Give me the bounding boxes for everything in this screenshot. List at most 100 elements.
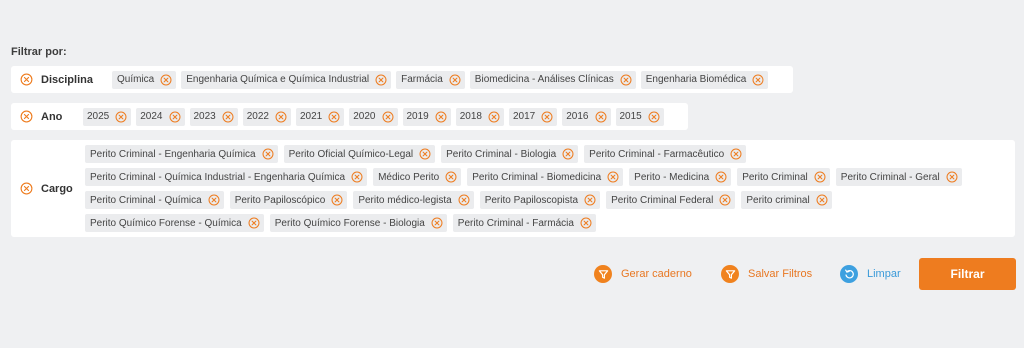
filter-chip-ano: 2023 — [189, 107, 238, 126]
remove-chip-icon[interactable] — [730, 148, 742, 160]
remove-chip-icon[interactable] — [607, 171, 619, 183]
filter-chip-ano: 2016 — [562, 107, 611, 126]
filter-chip-label: Biomedicina - Análises Clínicas — [474, 74, 614, 85]
group-label-ano: Ano — [41, 110, 63, 123]
filter-chip-label: Perito Criminal - Farmácia — [457, 217, 574, 229]
remove-group-ano-icon[interactable] — [20, 110, 33, 123]
filter-chip-label: Engenharia Química e Química Industrial — [186, 74, 370, 85]
filter-chip-label: 2019 — [406, 111, 429, 122]
remove-chip-icon[interactable] — [262, 148, 274, 160]
remove-chip-icon[interactable] — [445, 171, 457, 183]
chip-list-cargo: Perito Criminal - Engenharia Química Peri… — [85, 145, 1010, 232]
filter-chip-cargo: Perito Criminal - Química Industrial - E… — [85, 168, 368, 186]
remove-chip-icon[interactable] — [648, 111, 660, 123]
remove-group-cargo-icon[interactable] — [20, 182, 33, 195]
filter-chip-label: Farmácia — [401, 74, 443, 85]
filter-chip-label: Perito Criminal - Geral — [840, 171, 940, 183]
filter-chip-cargo: Perito - Medicina — [629, 168, 732, 186]
remove-chip-icon[interactable] — [169, 111, 181, 123]
remove-chip-icon[interactable] — [431, 217, 443, 229]
remove-chip-icon[interactable] — [222, 111, 234, 123]
filter-chip-cargo: Perito Criminal - Biomedicina — [467, 168, 624, 186]
filter-heading: Filtrar por: — [11, 46, 67, 58]
filter-chip-label: Perito Criminal - Química — [90, 194, 202, 206]
filter-chip-label: Perito Criminal - Biologia — [446, 148, 557, 160]
remove-chip-icon[interactable] — [331, 194, 343, 206]
remove-group-disciplina-icon[interactable] — [20, 73, 33, 86]
filter-chip-label: Perito Químico Forense - Biologia — [274, 217, 425, 229]
filter-chip-ano: 2025 — [83, 107, 132, 126]
remove-chip-icon[interactable] — [382, 111, 394, 123]
filter-chip-label: Perito Criminal - Farmacêutico — [589, 148, 725, 160]
filter-chip-cargo: Perito Químico Forense - Biologia — [269, 214, 447, 232]
filter-chip-label: 2022 — [246, 111, 269, 122]
refresh-icon — [840, 265, 858, 283]
filter-chip-cargo: Perito Criminal - Engenharia Química — [85, 145, 278, 163]
remove-chip-icon[interactable] — [595, 111, 607, 123]
gerar-caderno-label: Gerar caderno — [621, 268, 692, 280]
filter-chip-label: Engenharia Biomédica — [645, 74, 747, 85]
filter-chip-ano: 2024 — [136, 107, 185, 126]
salvar-filtros-button[interactable]: Salvar Filtros — [721, 258, 812, 290]
chip-list-disciplina: Química Engenharia Química e Química Indu… — [112, 70, 769, 89]
filter-chip-label: Química — [117, 74, 155, 85]
filter-chip-cargo: Perito Criminal - Química — [85, 191, 224, 209]
salvar-filtros-label: Salvar Filtros — [748, 268, 813, 280]
filter-chip-ano: 2022 — [242, 107, 291, 126]
filter-chip-label: 2023 — [193, 111, 216, 122]
remove-chip-icon[interactable] — [719, 194, 731, 206]
filter-chip-ano: 2018 — [455, 107, 504, 126]
remove-chip-icon[interactable] — [328, 111, 340, 123]
remove-chip-icon[interactable] — [351, 171, 363, 183]
remove-chip-icon[interactable] — [275, 111, 287, 123]
remove-chip-icon[interactable] — [816, 194, 828, 206]
limpar-label: Limpar — [867, 268, 901, 280]
filter-chip-cargo: Perito Criminal Federal — [606, 191, 736, 209]
remove-chip-icon[interactable] — [449, 74, 461, 86]
filter-chip-label: Perito Criminal — [742, 171, 808, 183]
remove-chip-icon[interactable] — [946, 171, 958, 183]
filter-chip-disciplina: Engenharia Química e Química Industrial — [181, 70, 392, 89]
filter-chip-label: Médico Perito — [378, 171, 440, 183]
filter-chip-label: Perito Oficial Químico-Legal — [288, 148, 414, 160]
remove-chip-icon[interactable] — [458, 194, 470, 206]
remove-chip-icon[interactable] — [814, 171, 826, 183]
remove-chip-icon[interactable] — [419, 148, 431, 160]
filter-chip-cargo: Perito Criminal — [737, 168, 830, 186]
remove-chip-icon[interactable] — [435, 111, 447, 123]
filter-chip-cargo: Perito Criminal - Geral — [835, 168, 962, 186]
filter-chip-cargo: Médico Perito — [373, 168, 462, 186]
remove-chip-icon[interactable] — [115, 111, 127, 123]
filter-chip-cargo: Perito Papiloscopista — [479, 191, 601, 209]
filter-chip-label: 2018 — [459, 111, 482, 122]
group-label-disciplina: Disciplina — [41, 73, 93, 86]
remove-chip-icon[interactable] — [248, 217, 260, 229]
remove-chip-icon[interactable] — [620, 74, 632, 86]
filter-chip-label: 2016 — [566, 111, 589, 122]
filter-icon — [721, 265, 739, 283]
filter-chip-label: Perito Criminal - Biomedicina — [472, 171, 602, 183]
remove-chip-icon[interactable] — [375, 74, 387, 86]
remove-chip-icon[interactable] — [715, 171, 727, 183]
filter-chip-cargo: Perito Químico Forense - Química — [85, 214, 264, 232]
remove-chip-icon[interactable] — [160, 74, 172, 86]
gerar-caderno-button[interactable]: Gerar caderno — [594, 258, 692, 290]
limpar-button[interactable]: Limpar — [840, 258, 901, 290]
remove-chip-icon[interactable] — [584, 194, 596, 206]
filter-icon — [594, 265, 612, 283]
remove-chip-icon[interactable] — [541, 111, 553, 123]
filter-chip-label: Perito Químico Forense - Química — [90, 217, 242, 229]
filter-chip-disciplina: Engenharia Biomédica — [640, 70, 769, 89]
remove-chip-icon[interactable] — [752, 74, 764, 86]
filtrar-button[interactable]: Filtrar — [919, 258, 1016, 290]
remove-chip-icon[interactable] — [562, 148, 574, 160]
filter-chip-label: Perito - Medicina — [634, 171, 710, 183]
filter-chip-ano: 2020 — [349, 107, 398, 126]
filter-group-ano: Ano 2025 2024 2023 2022 2021 2020 2019 2018 2017… — [11, 103, 688, 130]
filter-chip-cargo: Perito criminal — [741, 191, 832, 209]
remove-chip-icon[interactable] — [208, 194, 220, 206]
filter-chip-label: Perito médico-legista — [358, 194, 452, 206]
remove-chip-icon[interactable] — [488, 111, 500, 123]
filter-chip-ano: 2021 — [296, 107, 345, 126]
remove-chip-icon[interactable] — [580, 217, 592, 229]
